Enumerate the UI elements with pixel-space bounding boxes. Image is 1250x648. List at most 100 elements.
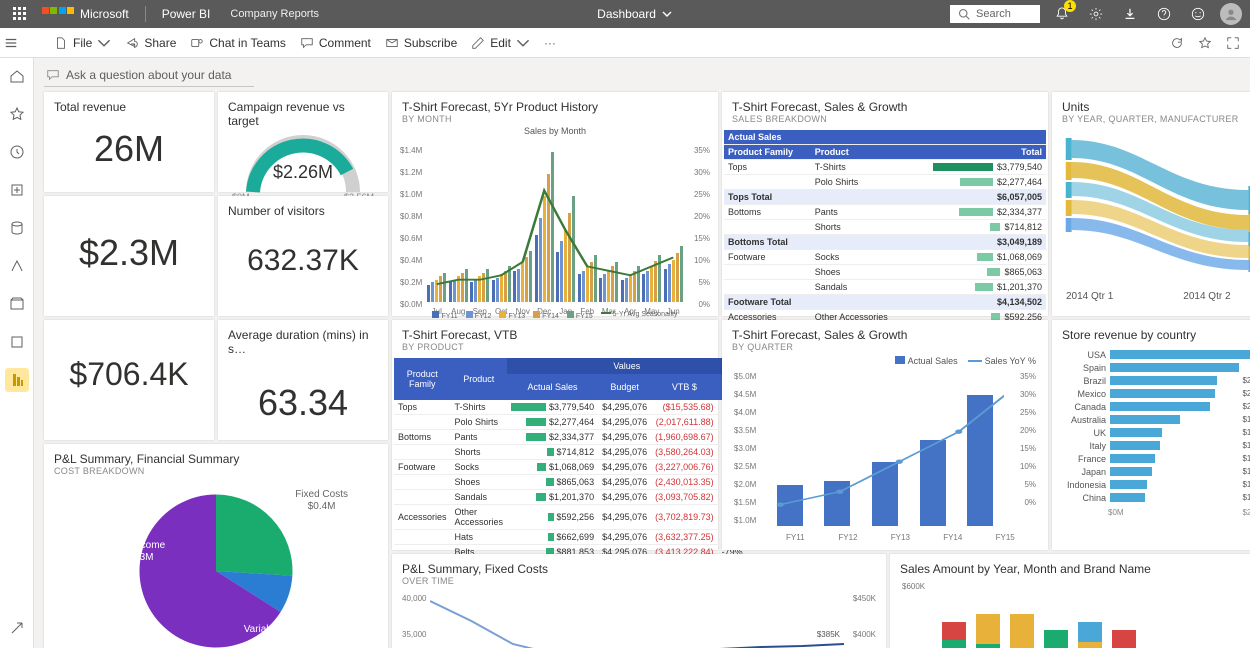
subscribe-button[interactable]: Subscribe — [385, 36, 457, 50]
notification-badge: 1 — [1064, 0, 1076, 12]
quarter-legend: Actual SalesSales YoY % — [722, 352, 1048, 366]
tile-quarter[interactable]: T-Shirt Forecast, Sales & Growth By Quar… — [722, 320, 1048, 550]
ylabel: $400K — [853, 630, 876, 639]
country-axis: $0M$2M — [1052, 506, 1250, 517]
tile-campaign-gauge[interactable]: Campaign revenue vs target $2.26M $0M $2… — [218, 92, 388, 192]
nav-apps[interactable] — [5, 292, 29, 316]
tile-brand[interactable]: Sales Amount by Year, Month and Brand Na… — [890, 554, 1250, 648]
tile-country[interactable]: Store revenue by country USASpainBrazil$… — [1052, 320, 1250, 550]
feedback-icon[interactable] — [1186, 2, 1210, 26]
nav-home[interactable] — [5, 64, 29, 88]
comment-icon — [300, 36, 314, 50]
nav-learn[interactable] — [5, 330, 29, 354]
edit-menu[interactable]: Edit — [471, 36, 530, 50]
nav-datasets[interactable] — [5, 216, 29, 240]
tile-units-sankey[interactable]: Units By Year, Quarter, Manufacturer 201… — [1052, 92, 1250, 316]
tile-history[interactable]: T-Shirt Forecast, 5Yr Product History By… — [392, 92, 718, 316]
chat-label: Chat in Teams — [209, 36, 285, 50]
microsoft-brand: Microsoft — [42, 7, 129, 21]
sankey-chart: 2014 Qtr 1 2014 Qtr 2 — [1052, 130, 1250, 300]
refresh-icon — [1170, 36, 1184, 50]
qna-placeholder: Ask a question about your data — [66, 68, 231, 82]
tile-vtb[interactable]: T-Shirt Forecast, VTB By Product Product… — [392, 320, 718, 550]
nav-workspace[interactable] — [5, 368, 29, 392]
ylabel: $600K — [902, 582, 925, 591]
datalabel: $385K — [817, 630, 840, 639]
fullscreen-button[interactable] — [1226, 36, 1240, 50]
comment-button[interactable]: Comment — [300, 36, 371, 50]
microsoft-logo-icon — [42, 7, 74, 21]
download-icon[interactable] — [1118, 2, 1142, 26]
ylabel: 35,000 — [402, 630, 426, 639]
chat-teams-button[interactable]: Chat in Teams — [190, 36, 285, 50]
teams-icon — [190, 36, 204, 50]
hamburger-button[interactable] — [4, 36, 18, 50]
refresh-button[interactable] — [1170, 36, 1184, 50]
search-placeholder: Search — [976, 8, 1011, 20]
mail-icon — [385, 36, 399, 50]
tile-revenue-2[interactable]: $2.3M — [44, 196, 214, 316]
help-icon[interactable] — [1152, 2, 1176, 26]
tile-total-revenue[interactable]: Total revenue 26M — [44, 92, 214, 192]
nav-create[interactable] — [5, 178, 29, 202]
more-menu[interactable]: ··· — [544, 36, 556, 50]
chevron-down-icon — [516, 36, 530, 50]
tile-subtitle: Sales Breakdown — [722, 114, 1048, 124]
dashboard-dropdown[interactable]: Dashboard — [597, 7, 672, 21]
share-button[interactable]: Share — [125, 36, 176, 50]
tile-revenue-3[interactable]: $706.4K — [44, 320, 214, 440]
tile-title: Units — [1052, 92, 1250, 114]
tile-duration[interactable]: Average duration (mins) in s… 63.34 — [218, 320, 388, 440]
nav-goals[interactable] — [5, 254, 29, 278]
tile-pl-summary[interactable]: P&L Summary, Financial Summary Cost Brea… — [44, 444, 388, 648]
notifications-icon[interactable]: 1 — [1050, 2, 1074, 26]
qna-input[interactable]: Ask a question about your data — [44, 64, 254, 87]
fullscreen-icon — [1226, 36, 1240, 50]
file-icon — [54, 36, 68, 50]
search-icon — [958, 8, 970, 20]
tile-visitors[interactable]: Number of visitors 632.37K — [218, 196, 388, 316]
brand-chart: $600K — [902, 580, 1250, 648]
tile-title: Campaign revenue vs target — [218, 92, 388, 128]
sankey-x2: 2014 Qtr 2 — [1183, 291, 1230, 302]
ylabel: $450K — [853, 594, 876, 603]
tile-title: T-Shirt Forecast, Sales & Growth — [722, 92, 1048, 114]
tile-subtitle: By Product — [392, 342, 718, 352]
app-launcher-icon[interactable] — [8, 2, 32, 26]
file-menu[interactable]: File — [54, 36, 111, 50]
kpi-value: 63.34 — [218, 356, 388, 442]
share-icon — [125, 36, 139, 50]
search-input[interactable]: Search — [950, 5, 1040, 23]
pencil-icon — [471, 36, 485, 50]
brand-text: Microsoft — [80, 7, 129, 21]
favorite-button[interactable] — [1198, 36, 1212, 50]
quarter-chart: $5.0M$4.5M$4.0M$3.5M$3.0M$2.5M$2.0M$1.5M… — [734, 372, 1036, 542]
pie-label-net: Net Income$1.3M — [114, 540, 165, 564]
product-name[interactable]: Power BI — [162, 7, 211, 21]
tile-fixed-costs[interactable]: P&L Summary, Fixed Costs Over Time 40,00… — [392, 554, 886, 648]
tile-title: T-Shirt Forecast, Sales & Growth — [722, 320, 1048, 342]
nav-recent[interactable] — [5, 140, 29, 164]
share-label: Share — [144, 36, 176, 50]
settings-icon[interactable] — [1084, 2, 1108, 26]
command-bar: File Share Chat in Teams Comment Subscri… — [0, 28, 1250, 58]
sankey-x1: 2014 Qtr 1 — [1066, 291, 1113, 302]
nav-favorites[interactable] — [5, 102, 29, 126]
tile-subtitle: By Month — [392, 114, 718, 124]
dashboard-canvas: Ask a question about your data Total rev… — [34, 58, 1250, 648]
nav-expand[interactable] — [5, 616, 29, 640]
tile-sales-growth-matrix[interactable]: T-Shirt Forecast, Sales & Growth Sales B… — [722, 92, 1048, 316]
chevron-down-icon — [662, 9, 672, 19]
tile-subtitle: By Year, Quarter, Manufacturer — [1052, 114, 1250, 124]
divider — [145, 6, 146, 22]
tile-title: Sales Amount by Year, Month and Brand Na… — [890, 554, 1250, 576]
fixed-chart: 40,000 35,000 30,000 $450K $400K $350K $… — [402, 590, 876, 648]
kpi-value: 26M — [44, 114, 214, 188]
workspace-name[interactable]: Company Reports — [230, 8, 319, 20]
kpi-value: $706.4K — [44, 320, 214, 411]
pie-label-fixed: Fixed Costs$0.4M — [295, 489, 348, 513]
star-icon — [1198, 36, 1212, 50]
account-avatar[interactable] — [1220, 3, 1242, 25]
tile-title: P&L Summary, Financial Summary — [44, 444, 388, 466]
chart-axis-title: Sales by Month — [392, 124, 718, 136]
